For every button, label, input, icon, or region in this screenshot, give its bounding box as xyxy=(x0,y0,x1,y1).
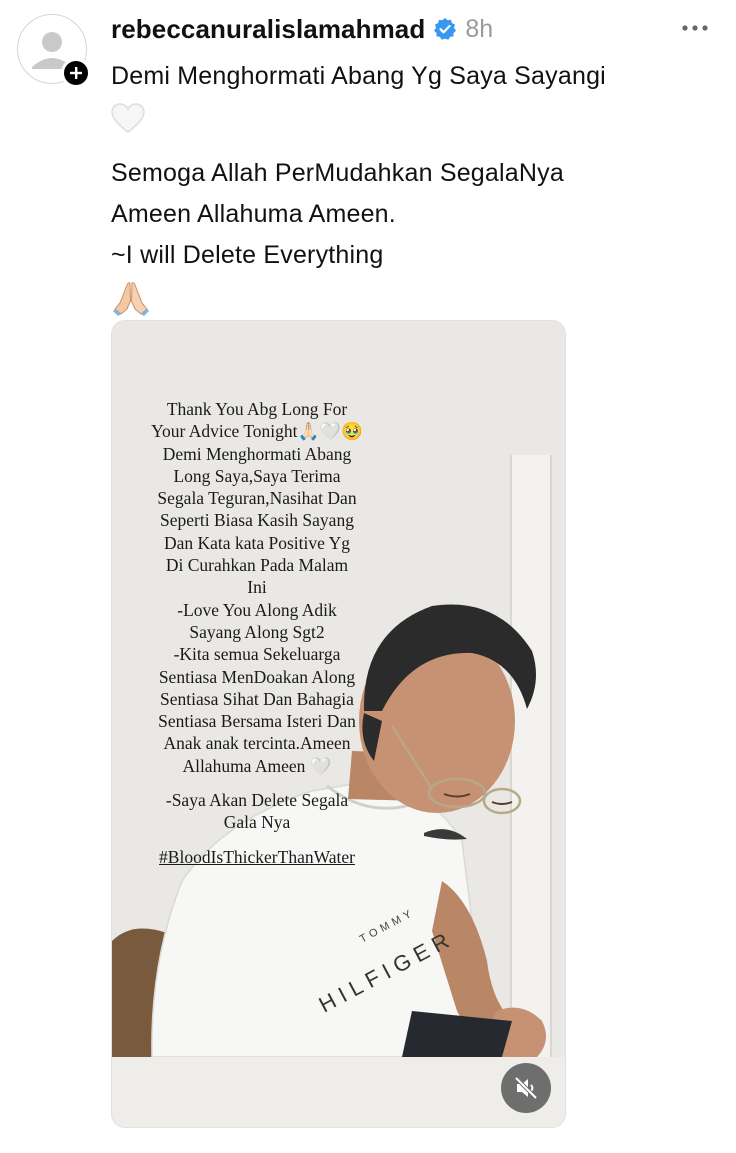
verified-badge-icon xyxy=(433,17,457,41)
caption-line: Ameen Allahuma Ameen. xyxy=(111,200,396,228)
muted-speaker-icon[interactable] xyxy=(501,1063,551,1113)
media-footer xyxy=(112,1057,565,1127)
username[interactable]: rebeccanuralislamahmad xyxy=(111,14,425,45)
post-header: rebeccanuralislamahmad 8h xyxy=(111,12,493,46)
post-time: 8h xyxy=(465,14,494,43)
post-caption: Demi Menghormati Abang Yg Saya Sayangi S… xyxy=(111,56,711,320)
shirt-brand-large: HILFIGER xyxy=(315,925,459,1017)
white-heart-icon xyxy=(111,97,711,141)
more-options-icon[interactable] xyxy=(680,18,710,38)
folded-hands-icon xyxy=(111,276,711,320)
avatar[interactable] xyxy=(17,14,91,88)
caption-line: Demi Menghormati Abang Yg Saya Sayangi xyxy=(111,62,606,90)
shirt-logo: TOMMY HILFIGER xyxy=(315,907,459,1018)
shirt-brand-small: TOMMY xyxy=(358,907,417,946)
follow-plus-icon[interactable] xyxy=(61,58,91,88)
caption-line: ~I will Delete Everything xyxy=(111,241,384,269)
story-image: Thank You Abg Long For Your Advice Tonig… xyxy=(112,321,565,1057)
story-media[interactable]: Thank You Abg Long For Your Advice Tonig… xyxy=(111,320,566,1128)
caption-line: Semoga Allah PerMudahkan SegalaNya xyxy=(111,159,564,187)
